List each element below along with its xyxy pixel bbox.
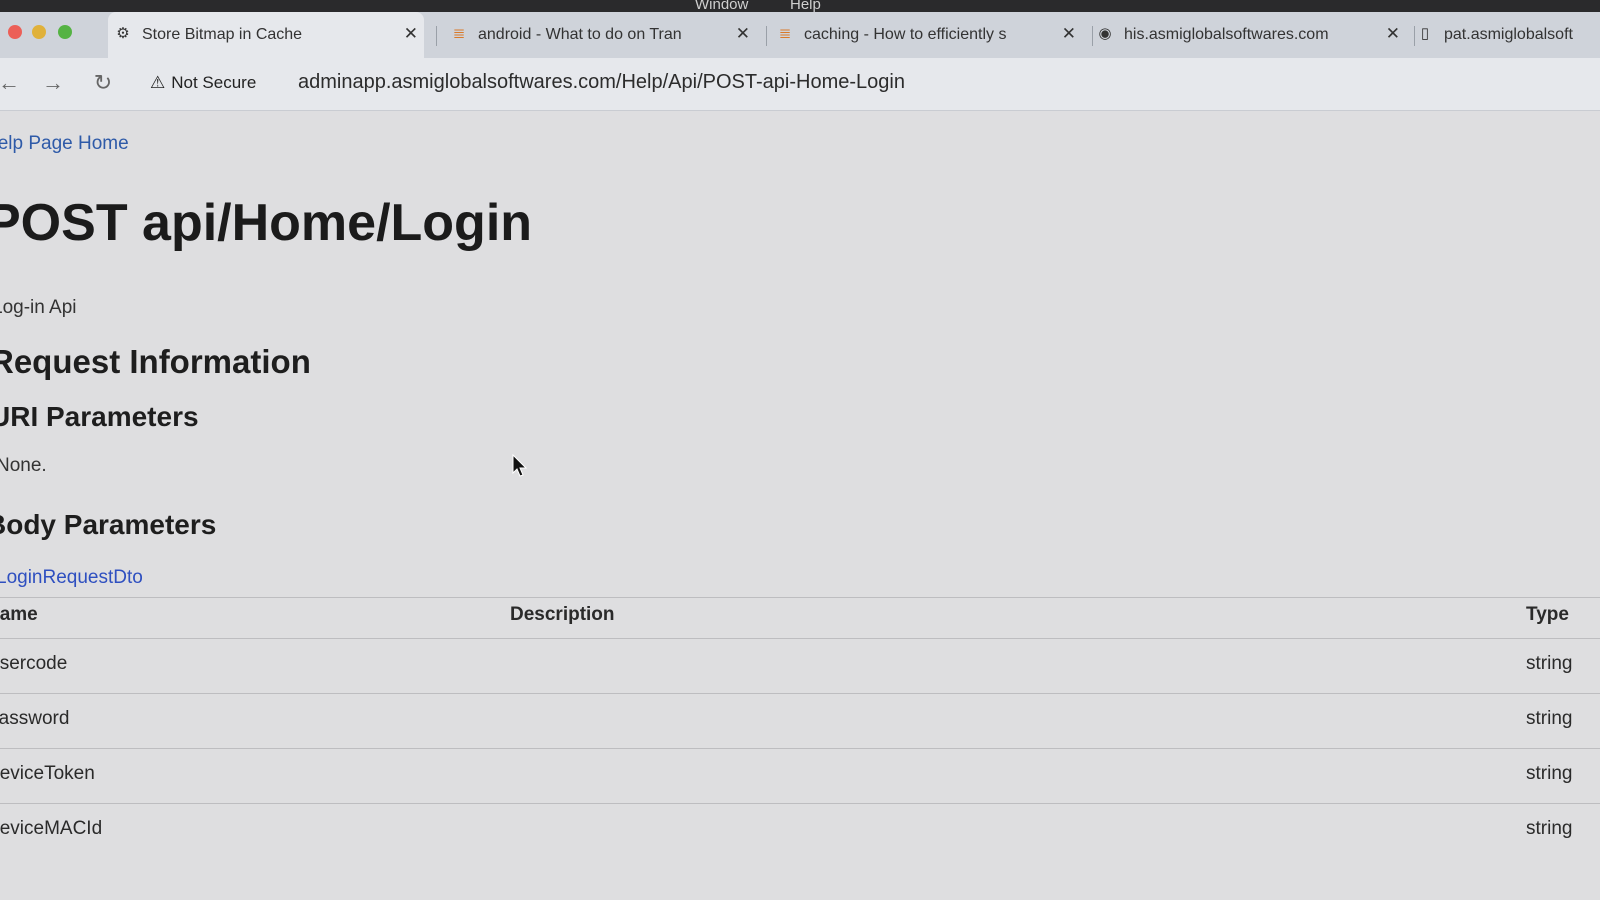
- login-request-dto-link[interactable]: LoginRequestDto: [0, 567, 143, 589]
- tab-title: his.asmiglobalsoftwares.com: [1124, 26, 1329, 43]
- header-type: Type: [1526, 604, 1569, 625]
- mouse-cursor-icon: [512, 454, 528, 477]
- tab-android[interactable]: ≣ android - What to do on Tran ✕: [444, 12, 756, 58]
- page-content: Help Page Home POST api/Home/Login Log-i…: [0, 111, 1600, 900]
- address-bar[interactable]: adminapp.asmiglobalsoftwares.com/Help/Ap…: [298, 71, 905, 94]
- param-name: DeviceMACId: [0, 818, 103, 839]
- table-row: Usercode string: [0, 638, 1600, 693]
- body-params-table: Name Description Type Usercode string Pa…: [0, 597, 1600, 858]
- forward-button[interactable]: →: [38, 68, 68, 98]
- page-title: POST api/Home/Login: [0, 194, 533, 252]
- maximize-window-button[interactable]: [58, 25, 72, 39]
- uri-params-heading: URI Parameters: [0, 401, 199, 432]
- param-name: Usercode: [0, 653, 68, 674]
- tab-title: caching - How to efficiently s: [804, 26, 1007, 43]
- close-icon[interactable]: ✕: [736, 24, 750, 44]
- minimize-window-button[interactable]: [32, 25, 46, 39]
- tab-caching[interactable]: ≣ caching - How to efficiently s ✕: [770, 12, 1082, 58]
- param-type: string: [1526, 763, 1573, 784]
- close-icon[interactable]: ✕: [1386, 24, 1400, 44]
- close-window-button[interactable]: [8, 25, 22, 39]
- param-type: string: [1526, 818, 1573, 839]
- header-name: Name: [0, 604, 38, 625]
- close-icon[interactable]: ✕: [404, 24, 418, 44]
- tab-his[interactable]: ◉ his.asmiglobalsoftwares.com ✕: [1090, 12, 1406, 58]
- body-params-heading: Body Parameters: [0, 509, 217, 540]
- back-button[interactable]: ←: [0, 68, 24, 98]
- tab-title: pat.asmiglobalsoft: [1444, 26, 1573, 43]
- warning-icon: ⚠: [150, 73, 166, 92]
- api-description: Log-in Api: [0, 297, 77, 318]
- tab-title: android - What to do on Tran: [478, 26, 682, 43]
- param-type: string: [1526, 653, 1573, 674]
- tab-strip: ⚙ Store Bitmap in Cache ✕ ≣ android - Wh…: [0, 12, 1600, 58]
- not-secure-label: Not Secure: [171, 73, 257, 92]
- table-row: Password string: [0, 693, 1600, 748]
- table-row: DeviceMACId string: [0, 803, 1600, 858]
- stackoverflow-icon: ≣: [778, 25, 792, 42]
- tab-title: Store Bitmap in Cache: [142, 26, 303, 43]
- mac-menubar: Window Help: [0, 0, 1600, 13]
- tab-pat[interactable]: ▯ pat.asmiglobalsoft: [1410, 12, 1600, 58]
- param-name: DeviceToken: [0, 763, 95, 784]
- header-description: Description: [510, 604, 615, 625]
- security-indicator[interactable]: ⚠ Not Secure: [150, 68, 256, 98]
- browser-toolbar: ← → ↻ ⚠ Not Secure adminapp.asmiglobalso…: [0, 58, 1600, 111]
- uri-params-none: None.: [0, 455, 47, 476]
- reload-button[interactable]: ↻: [88, 68, 118, 98]
- globe-icon: ◉: [1098, 25, 1112, 42]
- table-header-row: Name Description Type: [0, 597, 1600, 638]
- stackoverflow-icon: ≣: [452, 25, 466, 42]
- breadcrumb-help-home[interactable]: Help Page Home: [0, 133, 129, 155]
- table-row: DeviceToken string: [0, 748, 1600, 803]
- param-type: string: [1526, 708, 1573, 729]
- request-info-heading: Request Information: [0, 343, 311, 380]
- tab-store-bitmap[interactable]: ⚙ Store Bitmap in Cache ✕: [108, 12, 424, 58]
- page-icon: ▯: [1420, 25, 1430, 42]
- param-name: Password: [0, 708, 70, 729]
- close-icon[interactable]: ✕: [1062, 24, 1076, 44]
- openai-icon: ⚙: [116, 25, 130, 42]
